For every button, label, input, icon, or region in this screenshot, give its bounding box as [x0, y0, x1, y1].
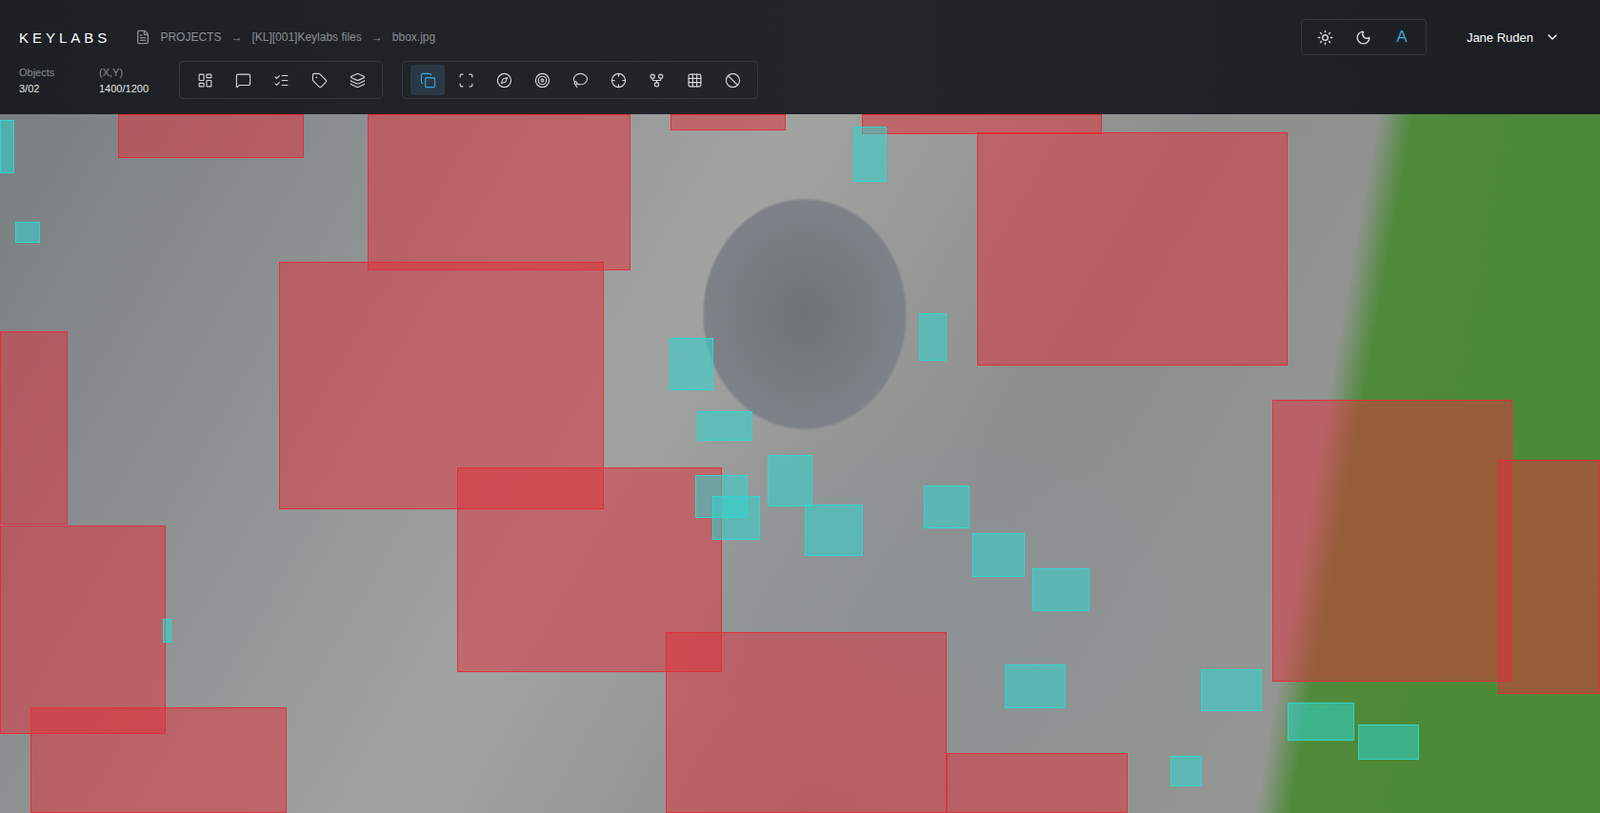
user-name: Jane Ruden [1466, 30, 1534, 45]
chevron-down-icon [1544, 29, 1560, 45]
breadcrumb-separator: → [230, 30, 242, 44]
theme-option[interactable] [1309, 23, 1342, 51]
annotation-app: KEYLABS PROJECTS → [KL][001]Keylabs files → b… [0, 0, 1600, 813]
breadcrumb-item[interactable]: bbox.jpg [392, 30, 436, 44]
corners-icon [458, 72, 475, 89]
building-bounding-box[interactable] [861, 114, 1102, 135]
header: KEYLABS PROJECTS → [KL][001]Keylabs files → b… [0, 0, 1600, 115]
stat: (X,Y) 1400/1200 [99, 66, 159, 95]
comment-icon [235, 72, 252, 89]
car-bounding-box[interactable] [767, 455, 813, 508]
stat-value: 3/02 [19, 82, 79, 95]
tool-button[interactable] [340, 64, 375, 96]
tag-icon [311, 72, 328, 89]
breadcrumb-separator: → [371, 30, 383, 44]
grid-icon [686, 72, 703, 89]
toolbar: Objects 3/02 (X,Y) 1400/1200 [19, 59, 1581, 101]
building-bounding-box[interactable] [1272, 400, 1513, 682]
tool-button[interactable] [562, 64, 598, 96]
layout-icon [197, 72, 214, 89]
bbox-icon [420, 72, 437, 89]
tool-button[interactable] [263, 64, 299, 96]
stat: Objects 3/02 [19, 66, 79, 95]
car-bounding-box[interactable] [1287, 702, 1355, 741]
building-bounding-box[interactable] [0, 525, 166, 736]
stat-label: Objects [19, 66, 79, 79]
car-bounding-box[interactable] [0, 120, 15, 174]
car-bounding-box[interactable] [669, 338, 714, 392]
theme-switch: A [1300, 19, 1427, 56]
breadcrumb: PROJECTS → [KL][001]Keylabs files → bbox.jpg [135, 29, 436, 45]
tool-button[interactable] [639, 64, 674, 96]
tool-button[interactable] [486, 64, 521, 96]
moon-icon [1355, 29, 1372, 46]
checklist-icon [273, 72, 290, 89]
tool-button[interactable] [677, 64, 712, 96]
stat-label: (X,Y) [99, 66, 159, 79]
tool-button[interactable] [524, 64, 560, 96]
car-bounding-box[interactable] [919, 313, 947, 361]
car-bounding-box[interactable] [853, 126, 887, 182]
breadcrumb-item[interactable]: PROJECTS [160, 30, 221, 44]
car-bounding-box[interactable] [1170, 756, 1202, 787]
tool-button[interactable] [187, 64, 222, 96]
ban-icon [724, 72, 741, 89]
tool-button[interactable] [448, 64, 483, 96]
tool-button[interactable] [225, 64, 260, 96]
building-bounding-box[interactable] [30, 707, 287, 813]
building-bounding-box[interactable] [367, 114, 631, 271]
car-bounding-box[interactable] [1358, 724, 1420, 761]
tool-button[interactable] [600, 64, 636, 96]
fork-icon [648, 72, 665, 89]
sun-icon [1317, 29, 1334, 46]
canvas[interactable] [0, 114, 1600, 813]
document-icon [135, 29, 151, 45]
building-bounding-box[interactable] [1498, 460, 1600, 694]
tool-group [179, 60, 383, 100]
layers-icon [349, 72, 366, 89]
crosshair-icon [610, 72, 627, 89]
breadcrumb-item[interactable]: [KL][001]Keylabs files [251, 30, 361, 44]
stat-value: 1400/1200 [99, 82, 159, 95]
logo[interactable]: KEYLABS [19, 29, 111, 46]
building-bounding-box[interactable] [670, 114, 786, 131]
car-bounding-box[interactable] [1200, 669, 1262, 712]
car-bounding-box[interactable] [1004, 664, 1065, 709]
building-bounding-box[interactable] [665, 632, 948, 813]
theme-option[interactable]: A [1385, 23, 1419, 51]
tool-button[interactable] [301, 64, 337, 96]
top-bar: KEYLABS PROJECTS → [KL][001]Keylabs files → b… [19, 19, 1581, 56]
tool-group [401, 60, 759, 100]
car-bounding-box[interactable] [972, 533, 1025, 578]
user-menu[interactable]: Jane Ruden [1466, 29, 1560, 45]
tool-button[interactable] [410, 64, 445, 96]
car-bounding-box[interactable] [923, 485, 970, 529]
car-bounding-box[interactable] [162, 619, 172, 643]
theme-option[interactable] [1347, 23, 1380, 51]
building-bounding-box[interactable] [946, 753, 1128, 813]
car-bounding-box[interactable] [1032, 568, 1090, 612]
building-bounding-box[interactable] [0, 331, 68, 525]
car-bounding-box[interactable] [697, 411, 753, 441]
car-bounding-box[interactable] [712, 496, 760, 540]
lasso-icon [572, 72, 589, 89]
target-icon [534, 72, 551, 89]
tool-button[interactable] [715, 64, 750, 96]
building-bounding-box[interactable] [977, 132, 1288, 365]
car-bounding-box[interactable] [15, 221, 40, 244]
car-bounding-box[interactable] [804, 504, 863, 557]
building-bounding-box[interactable] [118, 114, 304, 159]
compass-icon [496, 72, 513, 89]
